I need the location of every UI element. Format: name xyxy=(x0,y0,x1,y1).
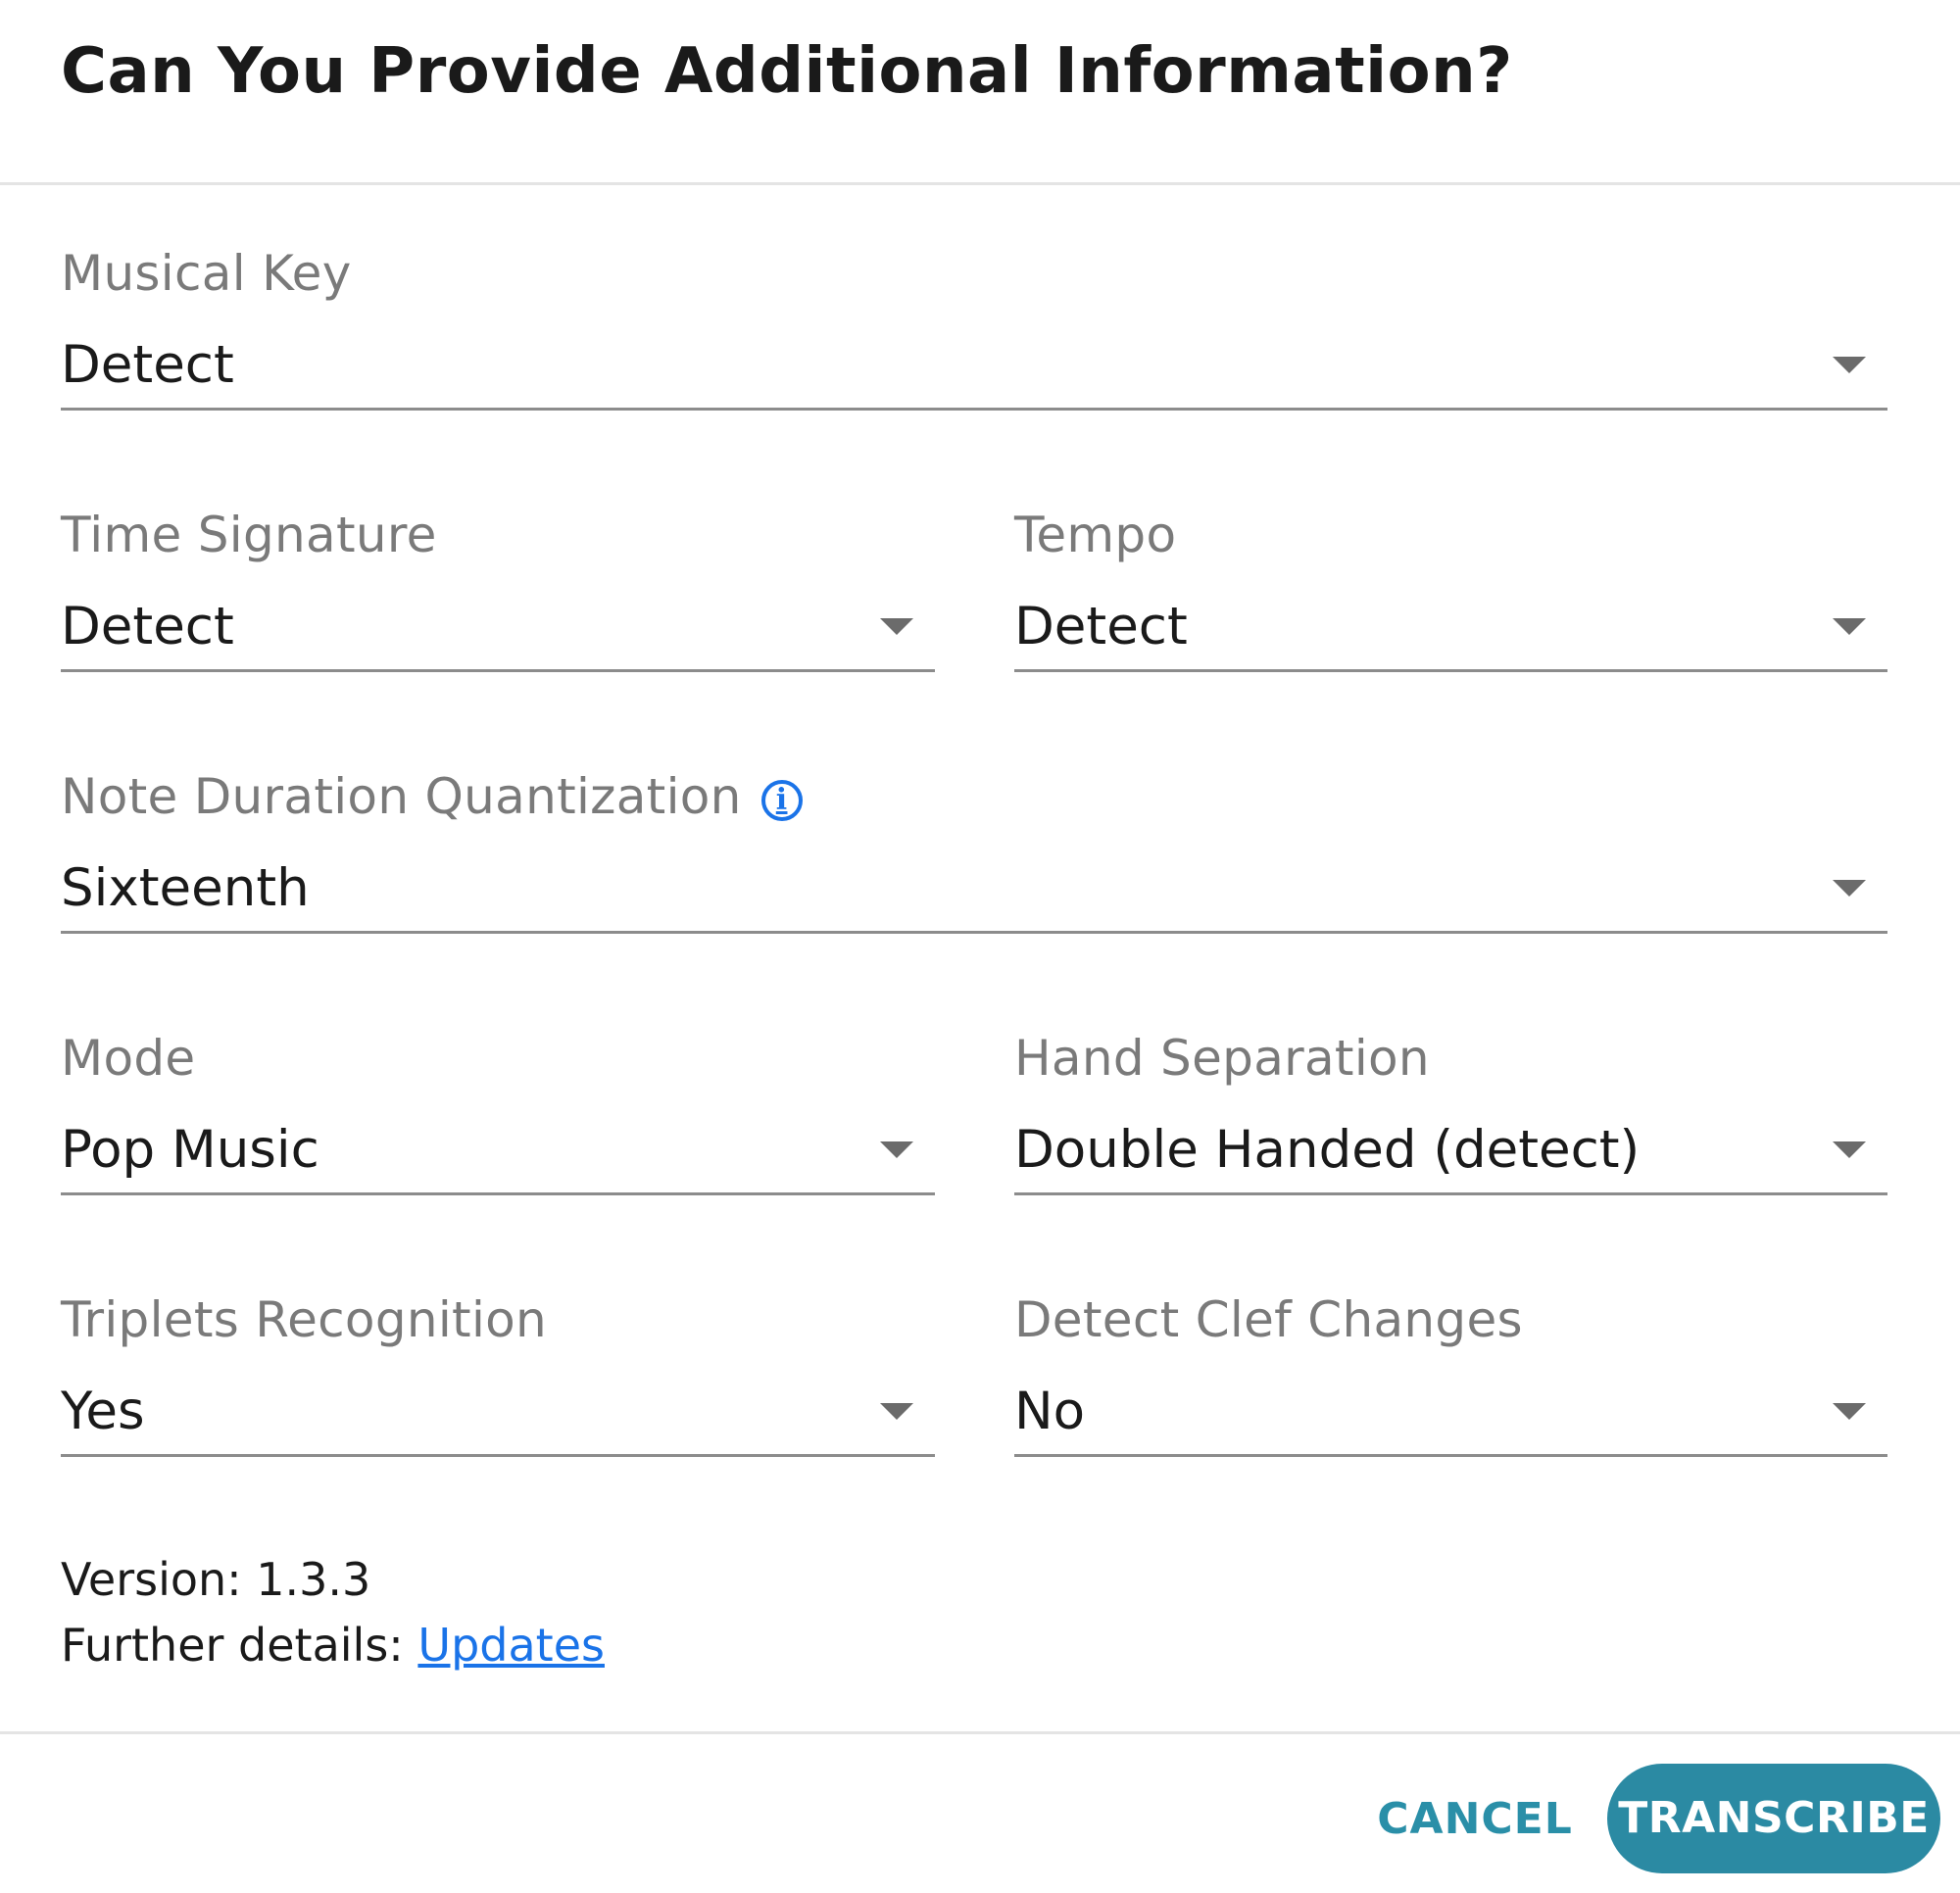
clef-changes-value: No xyxy=(1014,1382,1086,1441)
chevron-down-icon xyxy=(880,1141,913,1158)
chevron-down-icon xyxy=(1833,1403,1866,1420)
time-signature-underline xyxy=(61,669,935,672)
note-duration-label-row: Note Duration Quantization i xyxy=(61,768,803,825)
tempo-select[interactable]: Tempo Detect xyxy=(1014,507,1887,683)
musical-key-value: Detect xyxy=(61,335,234,395)
tempo-label: Tempo xyxy=(1014,507,1177,563)
triplets-underline xyxy=(61,1454,935,1457)
time-signature-value: Detect xyxy=(61,597,234,656)
chevron-down-icon xyxy=(1833,880,1866,897)
hand-separation-value: Double Handed (detect) xyxy=(1014,1120,1641,1180)
info-icon[interactable]: i xyxy=(760,780,803,821)
version-text: Version: 1.3.3 xyxy=(61,1553,371,1606)
mode-select[interactable]: Mode Pop Music xyxy=(61,1030,935,1206)
note-duration-value: Sixteenth xyxy=(61,858,310,918)
header-divider xyxy=(0,182,1960,185)
musical-key-label: Musical Key xyxy=(61,245,352,302)
cancel-button[interactable]: CANCEL xyxy=(1372,1775,1578,1864)
tempo-underline xyxy=(1014,669,1887,672)
transcription-options-dialog: Can You Provide Additional Information? … xyxy=(0,0,1960,1893)
footer-divider xyxy=(0,1731,1960,1734)
mode-value: Pop Music xyxy=(61,1120,319,1180)
chevron-down-icon xyxy=(880,618,913,635)
further-details: Further details: Updates xyxy=(61,1619,605,1672)
transcribe-button[interactable]: TRANSCRIBE xyxy=(1607,1764,1940,1873)
tempo-value: Detect xyxy=(1014,597,1188,656)
note-duration-label: Note Duration Quantization xyxy=(61,768,742,825)
note-duration-underline xyxy=(61,931,1887,934)
updates-link[interactable]: Updates xyxy=(417,1619,605,1672)
triplets-select[interactable]: Triplets Recognition Yes xyxy=(61,1291,935,1468)
clef-changes-select[interactable]: Detect Clef Changes No xyxy=(1014,1291,1887,1468)
hand-separation-label: Hand Separation xyxy=(1014,1030,1430,1087)
time-signature-select[interactable]: Time Signature Detect xyxy=(61,507,935,683)
triplets-value: Yes xyxy=(61,1382,145,1441)
dialog-title: Can You Provide Additional Information? xyxy=(61,35,1513,108)
hand-separation-underline xyxy=(1014,1192,1887,1195)
triplets-label: Triplets Recognition xyxy=(61,1291,548,1348)
musical-key-select[interactable]: Musical Key Detect xyxy=(61,245,1887,421)
chevron-down-icon xyxy=(1833,618,1866,635)
time-signature-label: Time Signature xyxy=(61,507,437,563)
further-details-prefix: Further details: xyxy=(61,1619,418,1672)
chevron-down-icon xyxy=(1833,357,1866,373)
clef-changes-label: Detect Clef Changes xyxy=(1014,1291,1523,1348)
hand-separation-select[interactable]: Hand Separation Double Handed (detect) xyxy=(1014,1030,1887,1206)
musical-key-underline xyxy=(61,408,1887,411)
clef-changes-underline xyxy=(1014,1454,1887,1457)
mode-underline xyxy=(61,1192,935,1195)
chevron-down-icon xyxy=(1833,1141,1866,1158)
mode-label: Mode xyxy=(61,1030,196,1087)
chevron-down-icon xyxy=(880,1403,913,1420)
note-duration-select[interactable]: Note Duration Quantization i Sixteenth xyxy=(61,768,1887,945)
